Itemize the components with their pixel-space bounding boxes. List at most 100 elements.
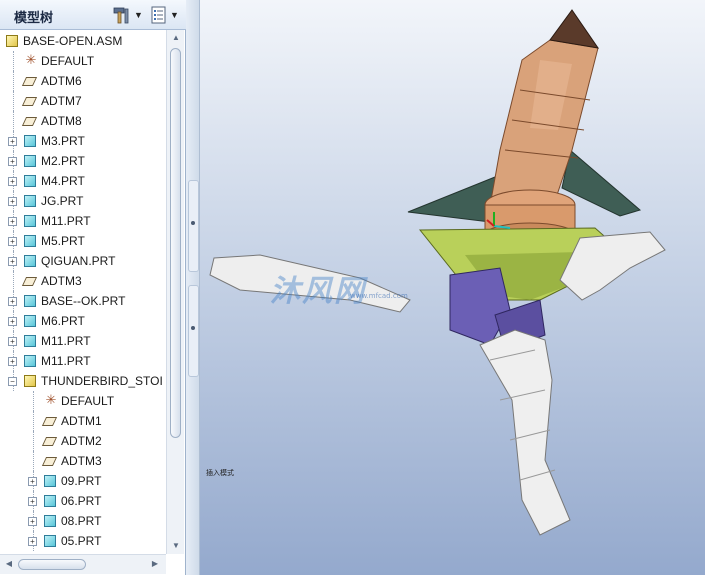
tree-item[interactable]: ADTM3 xyxy=(0,451,166,471)
tree-item[interactable]: + M3.PRT xyxy=(0,131,166,151)
part-icon xyxy=(24,355,36,367)
tree-item-label: ADTM6 xyxy=(41,74,82,88)
tree-item-label: ADTM1 xyxy=(61,414,102,428)
part-icon xyxy=(24,135,36,147)
expand-icon[interactable]: + xyxy=(8,337,17,346)
hammer-icon xyxy=(113,7,129,24)
scroll-left-icon[interactable]: ◀ xyxy=(4,559,14,569)
tree-item-label: BASE--OK.PRT xyxy=(41,294,126,308)
tree-item[interactable]: ✳ DEFAULT xyxy=(0,51,166,71)
part-icon xyxy=(44,515,56,527)
expand-icon[interactable]: + xyxy=(8,217,17,226)
vertical-scrollbar[interactable]: ▲ ▼ xyxy=(166,30,184,554)
tree-item-label: QIGUAN.PRT xyxy=(41,254,116,268)
tree-item[interactable]: + M11.PRT xyxy=(0,351,166,371)
part-icon xyxy=(24,295,36,307)
tree-settings-button[interactable]: ▼ xyxy=(150,5,184,25)
part-icon xyxy=(24,195,36,207)
tree-item[interactable]: ADTM7 xyxy=(0,91,166,111)
scroll-down-icon[interactable]: ▼ xyxy=(171,541,181,551)
expand-icon[interactable]: + xyxy=(8,357,17,366)
tree-item[interactable]: + BASE--OK.PRT xyxy=(0,291,166,311)
tree-item[interactable]: + M5.PRT xyxy=(0,231,166,251)
tree-item-label: DEFAULT xyxy=(41,54,95,68)
vertical-scroll-thumb[interactable] xyxy=(170,48,181,438)
datum-icon xyxy=(41,437,58,446)
horizontal-scrollbar[interactable]: ◀ ▶ xyxy=(0,554,166,574)
graphics-viewport[interactable]: 沐风网 www.mfcad.com 插入模式 xyxy=(200,0,705,575)
part-icon xyxy=(24,175,36,187)
tree-connector xyxy=(13,51,14,71)
tree-item[interactable]: + QIGUAN.PRT xyxy=(0,251,166,271)
expand-icon[interactable]: + xyxy=(28,497,37,506)
tree-item-label: 05.PRT xyxy=(61,534,102,548)
tree-item-label: ADTM7 xyxy=(41,94,82,108)
part-icon xyxy=(24,215,36,227)
tree-item-label: M2.PRT xyxy=(41,154,85,168)
expand-icon[interactable]: + xyxy=(8,197,17,206)
expand-icon[interactable]: + xyxy=(8,237,17,246)
tree-item[interactable]: ✳ DEFAULT xyxy=(0,391,166,411)
horizontal-scroll-thumb[interactable] xyxy=(18,559,86,570)
expand-icon[interactable]: + xyxy=(28,477,37,486)
watermark: 沐风网 xyxy=(270,274,366,309)
datum-icon xyxy=(21,77,38,86)
expand-icon[interactable]: + xyxy=(28,517,37,526)
expand-icon[interactable]: + xyxy=(8,137,17,146)
splitter-grip[interactable] xyxy=(188,285,199,377)
tree-connector xyxy=(13,271,14,291)
chevron-down-icon: ▼ xyxy=(170,10,179,20)
datum-icon xyxy=(21,117,38,126)
tree-item[interactable]: ADTM8 xyxy=(0,111,166,131)
expand-icon[interactable]: + xyxy=(8,257,17,266)
tree-item-label: 09.PRT xyxy=(61,474,102,488)
tree-item[interactable]: BASE-OPEN.ASM xyxy=(0,31,166,51)
tree-item-label: M4.PRT xyxy=(41,174,85,188)
list-settings-icon xyxy=(151,6,166,24)
tree-item[interactable]: + M6.PRT xyxy=(0,311,166,331)
tree-item[interactable]: +08.PRT xyxy=(0,511,166,531)
expand-icon[interactable]: + xyxy=(8,157,17,166)
tree-item[interactable]: + M11.PRT xyxy=(0,331,166,351)
tree-item-label: 06.PRT xyxy=(61,494,102,508)
panel-splitter[interactable] xyxy=(186,0,200,575)
csys-icon: ✳ xyxy=(45,392,57,407)
expand-icon[interactable]: + xyxy=(8,177,17,186)
part-icon xyxy=(44,495,56,507)
model-tree: BASE-OPEN.ASM ✳ DEFAULT ADTM6 ADTM7 ADTM8 + M3.… xyxy=(0,30,166,554)
datum-icon xyxy=(41,417,58,426)
tree-connector xyxy=(13,91,14,111)
expand-icon[interactable]: + xyxy=(8,297,17,306)
scroll-up-icon[interactable]: ▲ xyxy=(171,33,181,43)
scroll-right-icon[interactable]: ▶ xyxy=(150,559,160,569)
splitter-grip[interactable] xyxy=(188,180,199,272)
tree-item[interactable]: + JG.PRT xyxy=(0,191,166,211)
tree-item-label: DEFAULT xyxy=(61,394,115,408)
tree-item-label: 08.PRT xyxy=(61,514,102,528)
expand-icon[interactable]: + xyxy=(28,537,37,546)
datum-icon xyxy=(41,457,58,466)
tree-item[interactable]: − THUNDERBIRD_STOI xyxy=(0,371,166,391)
tree-item[interactable]: +06.PRT xyxy=(0,491,166,511)
tree-item[interactable]: ADTM1 xyxy=(0,411,166,431)
tree-item[interactable]: ADTM2 xyxy=(0,431,166,451)
tree-item[interactable]: +05.PRT xyxy=(0,531,166,551)
collapse-icon[interactable]: − xyxy=(8,377,17,386)
tree-item[interactable]: +09.PRT xyxy=(0,471,166,491)
tree-item[interactable]: + M2.PRT xyxy=(0,151,166,171)
tree-item[interactable]: ADTM6 xyxy=(0,71,166,91)
part-icon xyxy=(24,335,36,347)
tree-item-label: M6.PRT xyxy=(41,314,85,328)
tree-item-label: ADTM8 xyxy=(41,114,82,128)
tree-item[interactable]: + M4.PRT xyxy=(0,171,166,191)
part-icon xyxy=(24,315,36,327)
tree-item[interactable]: ADTM3 xyxy=(0,271,166,291)
part-icon xyxy=(24,235,36,247)
tree-tools-button[interactable]: ▼ xyxy=(112,5,146,25)
tree-connector xyxy=(33,391,34,411)
expand-icon[interactable]: + xyxy=(8,317,17,326)
part-icon xyxy=(24,255,36,267)
tree-item[interactable]: + M11.PRT xyxy=(0,211,166,231)
tree-connector xyxy=(33,431,34,451)
tree-item-label: M5.PRT xyxy=(41,234,85,248)
